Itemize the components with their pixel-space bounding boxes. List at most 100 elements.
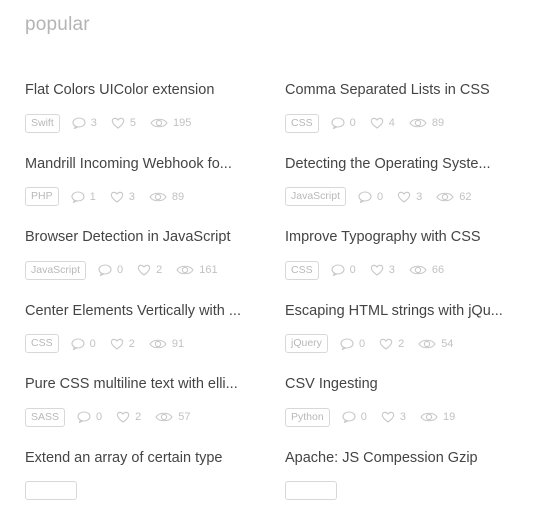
views-stat: 195 bbox=[150, 117, 191, 129]
heart-icon bbox=[110, 338, 124, 350]
item-meta: PHP 1 3 89 bbox=[25, 187, 285, 207]
likes-count: 2 bbox=[398, 338, 404, 350]
heart-icon bbox=[381, 411, 395, 423]
tag-badge[interactable]: PHP bbox=[25, 187, 59, 206]
comments-stat: 0 bbox=[331, 117, 356, 129]
item-meta: Swift 3 5 195 bbox=[25, 113, 285, 133]
item-meta: CSS 0 3 66 bbox=[285, 260, 535, 280]
item-meta: CSS 0 4 89 bbox=[285, 113, 535, 133]
views-stat: 161 bbox=[176, 264, 217, 276]
item-title-link[interactable]: Flat Colors UIColor extension bbox=[25, 80, 285, 100]
tag-badge[interactable]: Swift bbox=[25, 114, 60, 133]
likes-count: 3 bbox=[416, 191, 422, 203]
comments-count: 0 bbox=[117, 264, 123, 276]
heart-icon bbox=[137, 264, 151, 276]
item-meta: Python 0 3 19 bbox=[285, 407, 535, 427]
likes-stat: 2 bbox=[137, 264, 162, 276]
item-title-link[interactable]: Comma Separated Lists in CSS bbox=[285, 80, 535, 100]
likes-stat: 2 bbox=[110, 338, 135, 350]
tag-badge[interactable]: CSS bbox=[285, 114, 319, 133]
likes-stat: 3 bbox=[110, 191, 135, 203]
comment-icon bbox=[71, 191, 85, 203]
eye-icon bbox=[418, 338, 436, 350]
popular-grid: Flat Colors UIColor extension Swift 3 5 bbox=[25, 80, 535, 521]
likes-stat: 2 bbox=[116, 411, 141, 423]
item-title-link[interactable]: Mandrill Incoming Webhook fo... bbox=[25, 154, 285, 174]
comments-count: 0 bbox=[377, 191, 383, 203]
list-item: Improve Typography with CSS CSS 0 3 bbox=[285, 227, 535, 301]
comment-icon bbox=[71, 338, 85, 350]
tag-badge[interactable]: JavaScript bbox=[285, 187, 346, 206]
views-stat: 54 bbox=[418, 338, 453, 350]
comments-stat: 3 bbox=[72, 117, 97, 129]
views-count: 195 bbox=[173, 117, 191, 129]
tag-badge[interactable]: JavaScript bbox=[25, 261, 86, 280]
likes-stat: 5 bbox=[111, 117, 136, 129]
item-title-link[interactable]: Detecting the Operating Syste... bbox=[285, 154, 535, 174]
list-item: Browser Detection in JavaScript JavaScri… bbox=[25, 227, 285, 301]
item-title-link[interactable]: Center Elements Vertically with ... bbox=[25, 301, 285, 321]
list-item: Apache: JS Compession Gzip bbox=[285, 448, 535, 521]
heart-icon bbox=[379, 338, 393, 350]
comments-count: 0 bbox=[350, 117, 356, 129]
eye-icon bbox=[149, 191, 167, 203]
comments-count: 3 bbox=[91, 117, 97, 129]
comment-icon bbox=[340, 338, 354, 350]
list-item: CSV Ingesting Python 0 3 bbox=[285, 374, 535, 448]
likes-count: 3 bbox=[129, 191, 135, 203]
comment-icon bbox=[72, 117, 86, 129]
list-item: Pure CSS multiline text with elli... SAS… bbox=[25, 374, 285, 448]
likes-count: 3 bbox=[400, 411, 406, 423]
likes-stat: 3 bbox=[381, 411, 406, 423]
comment-icon bbox=[358, 191, 372, 203]
tag-badge[interactable]: CSS bbox=[25, 334, 59, 353]
eye-icon bbox=[155, 411, 173, 423]
eye-icon bbox=[150, 117, 168, 129]
views-count: 66 bbox=[432, 264, 444, 276]
item-title-link[interactable]: Pure CSS multiline text with elli... bbox=[25, 374, 285, 394]
views-count: 161 bbox=[199, 264, 217, 276]
item-meta: SASS 0 2 57 bbox=[25, 407, 285, 427]
likes-count: 3 bbox=[389, 264, 395, 276]
views-stat: 19 bbox=[420, 411, 455, 423]
eye-icon bbox=[436, 191, 454, 203]
likes-stat: 3 bbox=[397, 191, 422, 203]
item-title-link[interactable]: Apache: JS Compession Gzip bbox=[285, 448, 535, 468]
likes-count: 2 bbox=[129, 338, 135, 350]
item-title-link[interactable]: CSV Ingesting bbox=[285, 374, 535, 394]
heart-icon bbox=[397, 191, 411, 203]
list-item: Extend an array of certain type bbox=[25, 448, 285, 521]
likes-stat: 2 bbox=[379, 338, 404, 350]
views-count: 91 bbox=[172, 338, 184, 350]
likes-stat: 4 bbox=[370, 117, 395, 129]
views-count: 54 bbox=[441, 338, 453, 350]
heart-icon bbox=[370, 117, 384, 129]
comments-stat: 0 bbox=[71, 338, 96, 350]
comments-stat: 0 bbox=[358, 191, 383, 203]
views-count: 57 bbox=[178, 411, 190, 423]
tag-badge[interactable]: SASS bbox=[25, 408, 65, 427]
comments-count: 0 bbox=[90, 338, 96, 350]
likes-stat: 3 bbox=[370, 264, 395, 276]
eye-icon bbox=[149, 338, 167, 350]
item-meta: jQuery 0 2 54 bbox=[285, 334, 535, 354]
comments-stat: 0 bbox=[331, 264, 356, 276]
views-stat: 57 bbox=[155, 411, 190, 423]
item-title-link[interactable]: Improve Typography with CSS bbox=[285, 227, 535, 247]
tag-badge[interactable]: CSS bbox=[285, 261, 319, 280]
item-meta: JavaScript 0 2 161 bbox=[25, 260, 285, 280]
tag-badge[interactable]: Python bbox=[285, 408, 330, 427]
views-count: 89 bbox=[432, 117, 444, 129]
views-count: 19 bbox=[443, 411, 455, 423]
tag-badge[interactable]: jQuery bbox=[285, 334, 328, 353]
item-meta: CSS 0 2 91 bbox=[25, 334, 285, 354]
views-stat: 89 bbox=[409, 117, 444, 129]
comments-stat: 0 bbox=[98, 264, 123, 276]
views-stat: 66 bbox=[409, 264, 444, 276]
comment-icon bbox=[331, 264, 345, 276]
item-title-link[interactable]: Escaping HTML strings with jQu... bbox=[285, 301, 535, 321]
item-meta: JavaScript 0 3 62 bbox=[285, 187, 535, 207]
eye-icon bbox=[420, 411, 438, 423]
item-title-link[interactable]: Extend an array of certain type bbox=[25, 448, 285, 468]
item-title-link[interactable]: Browser Detection in JavaScript bbox=[25, 227, 285, 247]
